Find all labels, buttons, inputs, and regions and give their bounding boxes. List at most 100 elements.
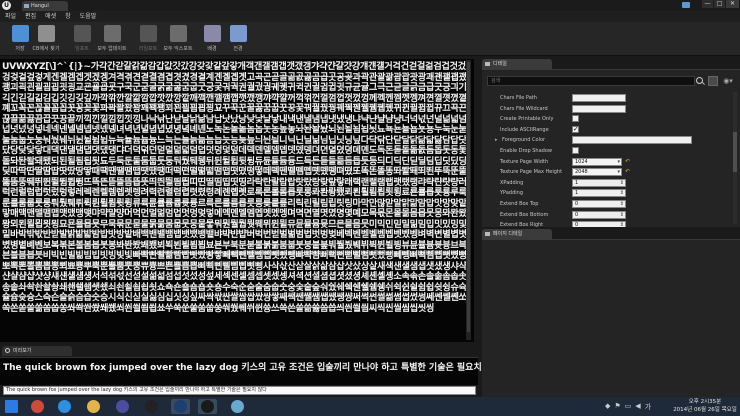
spinbox-value: 1: [575, 190, 579, 197]
asset-tab[interactable]: Hangul: [22, 1, 68, 11]
viewport-scrollbar[interactable]: [466, 60, 471, 340]
toolbar-foreground-button[interactable]: 전경: [222, 25, 254, 55]
document-icon[interactable]: [228, 399, 247, 414]
file-explorer-glyph: [87, 400, 100, 413]
property-matrix-button[interactable]: [708, 76, 718, 86]
file-explorer-icon[interactable]: [84, 399, 103, 414]
find-in-cb-icon: [37, 25, 55, 42]
menu-help[interactable]: 도움말: [80, 11, 97, 22]
spin-arrows-icon: ⇕: [619, 222, 624, 227]
property-checkbox[interactable]: [572, 125, 579, 133]
page-details-panel: [482, 239, 740, 397]
unreal-editor-icon[interactable]: [198, 399, 217, 414]
foreground-icon: [229, 25, 247, 42]
windows-start-glyph: [5, 400, 18, 413]
property-spinbox[interactable]: 0 ⇕: [572, 200, 626, 208]
toolbar-label: 전경: [233, 46, 243, 52]
unreal-logo-icon[interactable]: U: [2, 1, 11, 10]
preview-text-input[interactable]: The quick brown fox jumped over the lazy…: [3, 386, 476, 395]
chevron-down-icon: ▾: [617, 158, 620, 165]
details-icon: [485, 62, 490, 66]
app-icon-red[interactable]: [142, 399, 161, 414]
property-row: Extend Box Top 0 ⇕: [482, 199, 732, 210]
property-spinbox[interactable]: 0 ⇕: [572, 221, 626, 227]
media-player-glyph: [116, 400, 129, 413]
details-search-input[interactable]: 검색: [487, 76, 695, 86]
chrome-glyph: [31, 400, 44, 413]
toolbar-find-in-cb-button[interactable]: CB에서 찾기: [30, 25, 62, 55]
view-options-icon[interactable]: ◉▾: [722, 76, 734, 86]
volume-icon[interactable]: ◀: [635, 402, 640, 412]
spin-arrows-icon: ⇕: [619, 201, 624, 207]
dropdown-value: 1024: [575, 158, 588, 165]
property-row: Enable Drop Shadow: [482, 146, 732, 157]
property-label: Create Printable Only: [500, 116, 554, 123]
glyph-grid: UVWXYZ[\]^`{|}~가각간갇갈갉갊감갑값갓갔강갖갗같갚갛개객갠갤갬갭갯…: [2, 61, 467, 314]
clock-time: 오후 2시35분: [688, 399, 722, 405]
menu-file[interactable]: 파일: [5, 11, 16, 22]
title-bar: U Hangul — □ ✕: [0, 0, 740, 11]
chrome-icon[interactable]: [28, 399, 47, 414]
unreal-engine-icon[interactable]: [171, 399, 190, 414]
window-controls: — □ ✕: [702, 0, 739, 9]
spinbox-value: 1: [575, 179, 579, 186]
preview-tab[interactable]: 미리보기: [2, 346, 72, 356]
viewport-scroll-thumb[interactable]: [467, 62, 470, 332]
import-icon: [73, 25, 91, 42]
reset-to-default-icon[interactable]: ↶: [625, 168, 630, 175]
preview-sentence: The quick brown fox jumped over the lazy…: [3, 363, 482, 373]
property-row: XPadding 1 ⇕: [482, 178, 732, 189]
property-row: Create Printable Only: [482, 114, 732, 125]
toolbar-reimport-button[interactable]: 리임포트: [132, 25, 164, 55]
property-label: Extend Box Bottom: [500, 211, 549, 218]
page-details-tab[interactable]: 페이지 디테일: [482, 229, 552, 239]
asset-tab-label: Hangul: [31, 3, 49, 9]
reset-to-default-icon[interactable]: ↶: [625, 158, 630, 165]
search-icon[interactable]: [696, 77, 703, 84]
menu-asset[interactable]: 애셋: [45, 11, 56, 22]
property-checkbox[interactable]: [572, 115, 579, 123]
details-scrollbar[interactable]: [733, 92, 737, 224]
flag-icon[interactable]: ⚑: [614, 402, 620, 412]
spin-arrows-icon: ⇕: [619, 211, 624, 218]
font-asset-icon: [24, 4, 29, 8]
property-row: Extend Box Bottom 0 ⇕: [482, 210, 732, 221]
property-spinbox[interactable]: 1 ⇕: [572, 178, 626, 187]
ime-icon[interactable]: 가: [645, 402, 651, 412]
property-row: Chars File Wildcard: [482, 104, 732, 115]
details-panel: 검색 ◉▾ Chars File Path Chars File Wildcard…: [482, 69, 740, 227]
details-tab[interactable]: 디테일: [482, 59, 552, 69]
property-text-input[interactable]: [572, 94, 626, 102]
font-viewport[interactable]: UVWXYZ[\]^`{|}~가각간갇갈갉갊감갑값갓갔강갖갗같갚갛개객갠갤갬갭갯…: [0, 59, 474, 342]
spinbox-value: 0: [575, 201, 579, 207]
display-icon[interactable]: ▭: [625, 402, 632, 412]
media-player-icon[interactable]: [113, 399, 132, 414]
windows-start-icon[interactable]: [2, 399, 21, 414]
property-dropdown[interactable]: 2048 ▾: [572, 168, 622, 177]
color-swatch[interactable]: [572, 136, 692, 145]
close-button[interactable]: ✕: [726, 0, 739, 8]
minimize-button[interactable]: —: [702, 0, 713, 8]
expand-arrow-icon[interactable]: ▸: [495, 137, 498, 143]
taskbar-clock[interactable]: 오후 2시35분 2014년 06월 26일 목요일: [672, 398, 738, 414]
maximize-button[interactable]: □: [714, 0, 725, 8]
spinbox-value: 0: [575, 222, 579, 227]
property-text-input[interactable]: [572, 104, 626, 113]
property-label: XPadding: [500, 179, 524, 186]
chat-icon[interactable]: [682, 2, 690, 8]
details-scroll-thumb[interactable]: [733, 132, 737, 172]
menu-edit[interactable]: 편집: [25, 11, 36, 22]
property-checkbox[interactable]: [572, 147, 579, 154]
toolbar-import-button[interactable]: 임포트: [66, 25, 98, 55]
property-spinbox[interactable]: 1 ⇕: [572, 189, 626, 198]
property-dropdown[interactable]: 1024 ▾: [572, 157, 622, 166]
network-icon[interactable]: ◆: [605, 402, 610, 412]
chevron-down-icon: ▾: [617, 169, 620, 176]
internet-explorer-icon[interactable]: [55, 399, 74, 414]
toolbar-update-all-button[interactable]: 모두 업데이트: [96, 25, 128, 55]
dropdown-value: 2048: [575, 169, 588, 176]
clock-date: 2014년 06월 26일 목요일: [673, 407, 737, 413]
property-spinbox[interactable]: 0 ⇕: [572, 210, 626, 219]
toolbar-export-all-button[interactable]: 모두 익스포트: [162, 25, 194, 55]
menu-window[interactable]: 창: [65, 11, 71, 22]
